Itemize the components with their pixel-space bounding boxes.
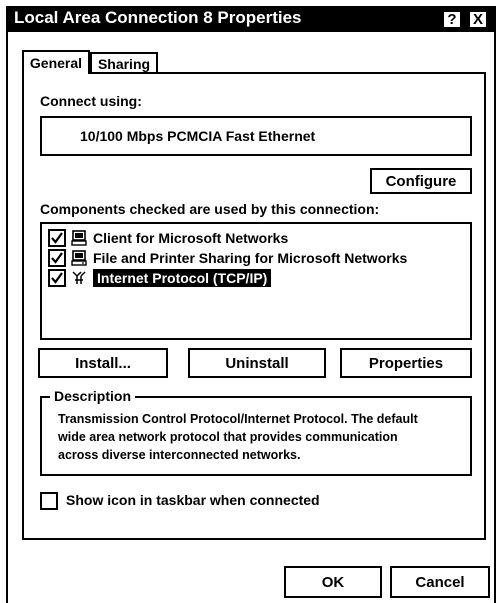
help-button[interactable]: ? (442, 10, 462, 29)
checkmark-icon (51, 252, 63, 264)
components-list[interactable]: Client for Microsoft Networks File and P… (40, 222, 472, 340)
ok-button[interactable]: OK (284, 566, 382, 598)
component-label-selected: Internet Protocol (TCP/IP) (93, 269, 272, 287)
network-service-icon (71, 250, 87, 266)
components-label: Components checked are used by this conn… (40, 201, 380, 217)
component-checkbox[interactable] (48, 229, 66, 247)
show-icon-checkbox[interactable] (40, 492, 58, 510)
adapter-box: 10/100 Mbps PCMCIA Fast Ethernet (40, 116, 472, 156)
component-checkbox[interactable] (48, 269, 66, 287)
checkmark-icon (51, 272, 63, 284)
tab-general[interactable]: General (22, 50, 90, 74)
close-button[interactable]: X (468, 10, 488, 29)
tab-sharing[interactable]: Sharing (90, 52, 158, 74)
component-label: File and Printer Sharing for Microsoft N… (93, 250, 408, 266)
tab-general-join (24, 72, 88, 76)
install-button[interactable]: Install... (38, 348, 168, 378)
description-line: Transmission Control Protocol/Internet P… (58, 412, 418, 426)
network-client-icon (71, 230, 87, 246)
component-checkbox[interactable] (48, 249, 66, 267)
configure-button[interactable]: Configure (370, 168, 472, 194)
list-item[interactable]: Internet Protocol (TCP/IP) (48, 268, 407, 288)
show-icon-label: Show icon in taskbar when connected (66, 492, 320, 508)
list-item[interactable]: File and Printer Sharing for Microsoft N… (48, 248, 407, 268)
cancel-button[interactable]: Cancel (390, 566, 490, 598)
component-label: Client for Microsoft Networks (93, 230, 289, 246)
list-item[interactable]: Client for Microsoft Networks (48, 228, 407, 248)
properties-button[interactable]: Properties (340, 348, 472, 378)
description-line: across diverse interconnected networks. (58, 448, 301, 462)
description-label: Description (50, 387, 136, 405)
description-text: Transmission Control Protocol/Internet P… (58, 410, 466, 464)
connect-using-label: Connect using: (40, 93, 142, 109)
network-protocol-icon (72, 271, 86, 284)
description-line: wide area network protocol that provides… (58, 430, 398, 444)
uninstall-button[interactable]: Uninstall (188, 348, 326, 378)
adapter-name: 10/100 Mbps PCMCIA Fast Ethernet (80, 128, 316, 144)
checkmark-icon (51, 232, 63, 244)
window-title: Local Area Connection 8 Properties (14, 8, 302, 27)
